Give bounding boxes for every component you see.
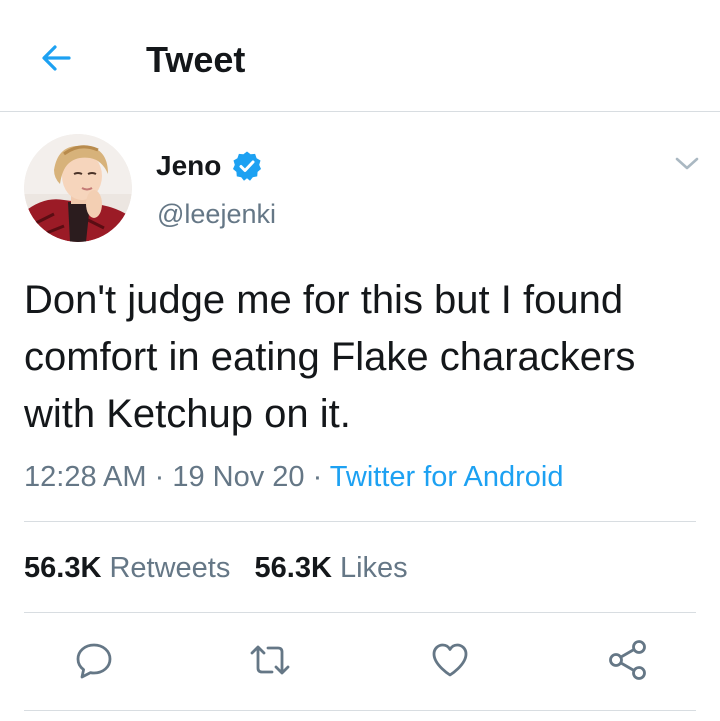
- retweets-label: Retweets: [109, 552, 231, 584]
- divider: [24, 521, 696, 522]
- reply-icon: [76, 643, 112, 679]
- share-icon: [609, 640, 646, 680]
- meta-separator: ·: [304, 461, 330, 493]
- like-button[interactable]: [426, 636, 474, 684]
- reply-button[interactable]: [70, 636, 118, 684]
- chevron-down-icon: [675, 157, 699, 170]
- arrow-left-icon: [42, 45, 71, 71]
- like-icon: [432, 643, 468, 677]
- retweets-count: 56.3K: [24, 552, 102, 584]
- tweet-actions: [0, 636, 720, 684]
- author-display-name[interactable]: Jeno: [156, 150, 221, 182]
- back-button[interactable]: [32, 36, 80, 80]
- tweet-menu-button[interactable]: [672, 150, 702, 176]
- tweet-date: 19 Nov 20: [172, 461, 305, 493]
- share-button[interactable]: [604, 636, 652, 684]
- tweet-time: 12:28 AM: [24, 461, 147, 493]
- page-title: Tweet: [146, 39, 246, 80]
- verified-badge-icon: [231, 150, 263, 182]
- likes-count: 56.3K: [254, 552, 332, 584]
- tweet-text: Don't judge me for this but I found comf…: [24, 278, 636, 436]
- tweet-meta: 12:28 AM · 19 Nov 20 · Twitter for Andro…: [24, 458, 563, 496]
- retweet-button[interactable]: [246, 636, 294, 684]
- tweet-source-link[interactable]: Twitter for Android: [330, 461, 564, 493]
- author-name-row[interactable]: Jeno: [156, 146, 263, 186]
- retweets-stat[interactable]: 56.3K Retweets: [24, 552, 230, 584]
- divider: [24, 612, 696, 613]
- meta-separator: ·: [146, 461, 173, 493]
- likes-label: Likes: [339, 552, 408, 584]
- retweet-icon: [250, 645, 290, 675]
- avatar[interactable]: [24, 134, 132, 242]
- divider: [24, 710, 696, 711]
- header-bar: Tweet: [0, 0, 720, 112]
- user-avatar-icon: [24, 134, 132, 242]
- tweet-stats: 56.3K Retweets 56.3K Likes: [24, 548, 408, 588]
- author-handle[interactable]: @leejenki: [157, 196, 276, 232]
- likes-stat[interactable]: 56.3K Likes: [255, 552, 408, 584]
